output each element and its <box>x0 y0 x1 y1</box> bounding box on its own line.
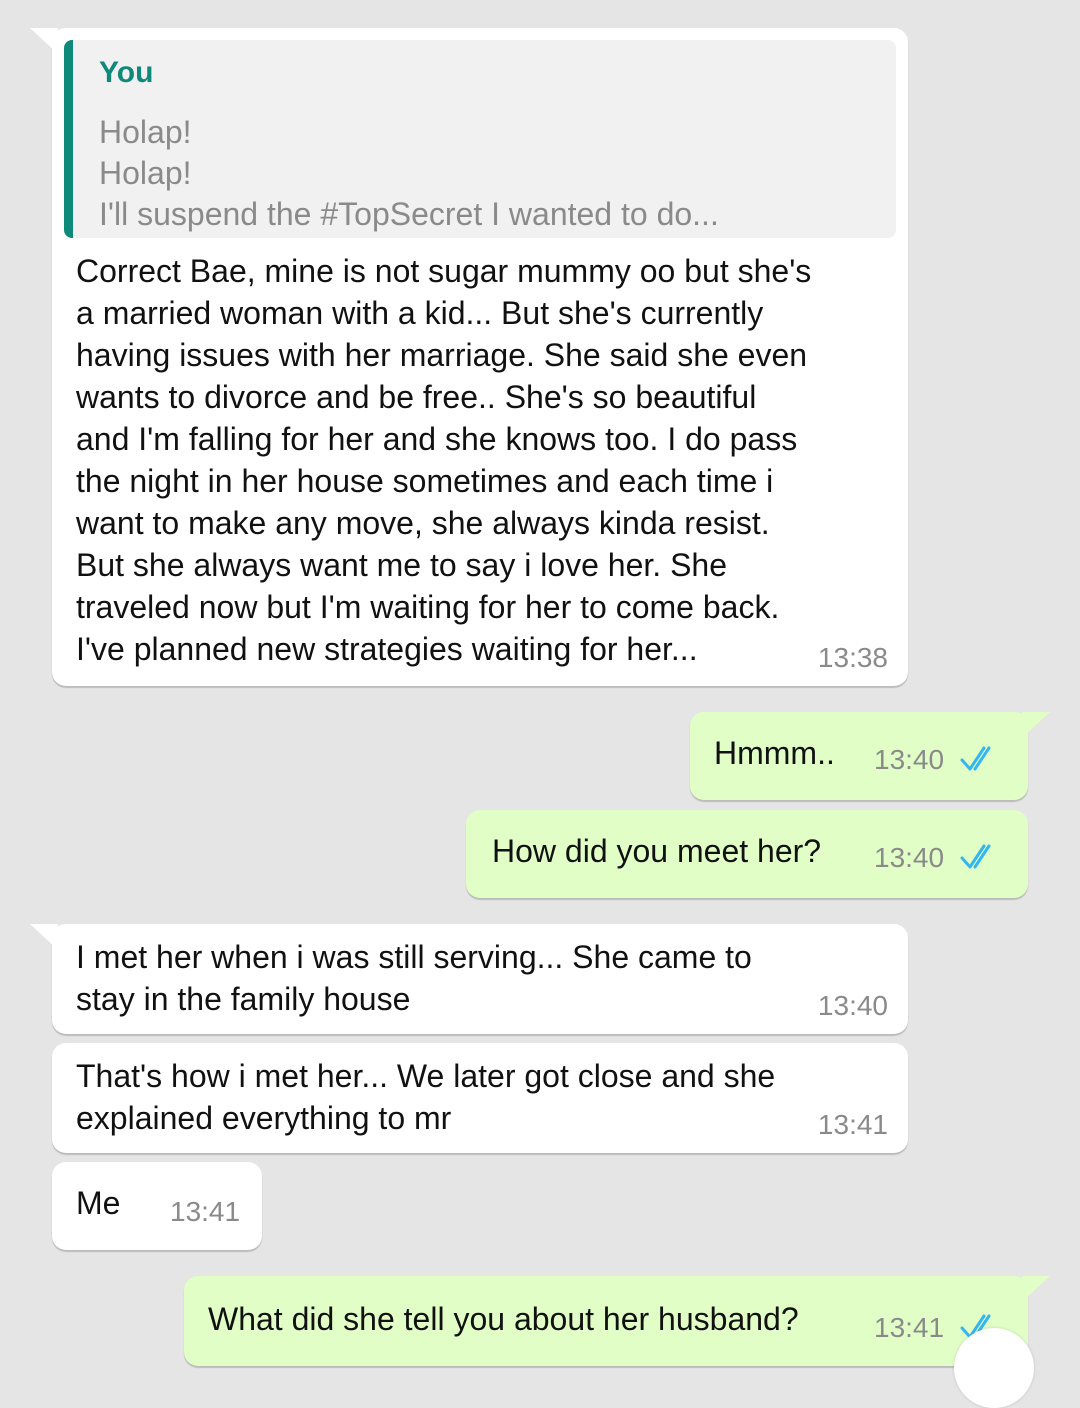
quoted-line: Holap! <box>99 155 192 191</box>
quoted-line: Holap! <box>99 114 192 150</box>
message-bubble-incoming[interactable]: That's how i met her... We later got clo… <box>52 1043 908 1153</box>
message-text-line: the night in her house sometimes and eac… <box>76 463 774 499</box>
message-timestamp: 13:40 <box>874 842 945 873</box>
message-text-line: I've planned new strategies waiting for … <box>76 631 698 667</box>
message-timestamp: 13:40 <box>817 990 888 1021</box>
message-text-line: What did she tell you about her husband? <box>208 1301 799 1337</box>
message-timestamp: 13:38 <box>817 642 888 673</box>
message-bubble-incoming[interactable]: Me 13:41 <box>52 1162 262 1250</box>
message-bubble-outgoing[interactable]: What did she tell you about her husband?… <box>184 1276 1050 1366</box>
message-text-line: How did you meet her? <box>492 833 822 869</box>
message-text-line: Hmmm.. <box>714 735 835 771</box>
double-check-icon <box>960 844 991 869</box>
message-text-line: a married woman with a kid... But she's … <box>76 295 764 331</box>
bubble-tail <box>30 28 58 54</box>
message-timestamp: 13:41 <box>170 1196 241 1227</box>
double-check-icon <box>960 746 991 771</box>
message-text-line: traveled now but I'm waiting for her to … <box>76 589 780 625</box>
message-text-line: and I'm falling for her and she knows to… <box>76 421 798 457</box>
message-timestamp: 13:41 <box>817 1109 888 1140</box>
message-bubble-outgoing[interactable]: How did you meet her? 13:40 <box>466 810 1028 898</box>
message-text-line: Me <box>76 1185 121 1221</box>
message-text-line: want to make any move, she always kinda … <box>76 505 770 541</box>
message-text-line: stay in the family house <box>76 981 411 1017</box>
quoted-line: I'll suspend the #TopSecret I wanted to … <box>99 196 719 232</box>
message-text-line: I met her when i was still serving... Sh… <box>76 939 752 975</box>
message-timestamp: 13:41 <box>874 1312 945 1343</box>
bubble-tail <box>30 924 58 950</box>
quoted-author: You <box>99 56 154 89</box>
scroll-down-button[interactable] <box>954 1328 1034 1408</box>
message-bubble-outgoing[interactable]: Hmmm.. 13:40 <box>690 712 1050 800</box>
message-text-line: But she always want me to say i love her… <box>76 547 727 583</box>
message-text-line: having issues with her marriage. She sai… <box>76 337 808 373</box>
message-text-line: Correct Bae, mine is not sugar mummy oo … <box>76 253 812 289</box>
message-timestamp: 13:40 <box>874 744 945 775</box>
message-text-line: explained everything to mr <box>76 1100 452 1136</box>
bubble-tail <box>1022 1276 1050 1302</box>
message-text-line: That's how i met her... We later got clo… <box>76 1058 776 1094</box>
message-bubble-incoming[interactable]: I met her when i was still serving... Sh… <box>30 924 908 1034</box>
message-bubble-incoming[interactable]: You Holap! Holap! I'll suspend the #TopS… <box>30 28 908 686</box>
quoted-message[interactable]: You Holap! Holap! I'll suspend the #TopS… <box>64 40 896 238</box>
message-text-line: wants to divorce and be free.. She's so … <box>76 379 757 415</box>
bubble-tail <box>1022 712 1050 738</box>
